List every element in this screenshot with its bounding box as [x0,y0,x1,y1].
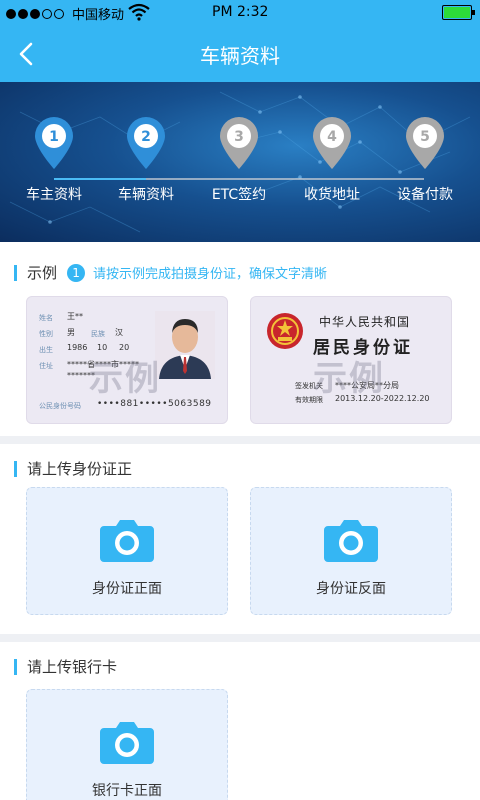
step-4: 4 收货地址 [287,116,377,204]
step-number: 5 [420,129,430,145]
step-label: 车主资料 [26,187,82,203]
section-accent-bar [14,460,17,477]
step-todo-pin-icon: 4 [313,117,351,169]
camera-icon [100,520,154,562]
step-2: 2 车辆资料 [101,116,191,204]
step-number: 3 [234,129,244,145]
step-label: 收货地址 [304,187,360,203]
section-title: 请上传银行卡 [27,658,118,676]
camera-icon [100,722,154,764]
signal-dot [54,8,64,19]
sample-id-front-image: 姓名 王** 性别 男 民族 汉 出生 1986 10 20 住址 *****省… [26,296,228,424]
signal-dot [42,8,52,19]
id-field-value: 1986 [67,343,88,352]
section-title: 请上传身份证正 [27,460,133,478]
id-field-label: 姓名 [39,314,53,322]
section-accent-bar [14,264,17,281]
battery-icon [442,5,475,20]
portrait-photo [155,311,215,379]
watermark: 示例 [313,359,385,399]
hint-text: 请按示例完成拍摄身份证，确保文字清晰 [93,267,328,282]
step-todo-pin-icon: 5 [406,117,444,169]
id-field-value: 男 [67,328,75,337]
upload-id-back-button[interactable]: 身份证反面 [250,487,452,615]
step-done-pin-icon: 1 [35,117,73,169]
upload-bank-front-button[interactable]: 银行卡正面 [26,689,228,800]
id-field-label: 公民身份号码 [39,402,81,410]
wifi-icon [128,3,150,21]
upload-label: 身份证反面 [316,581,386,597]
signal-dot [6,8,16,19]
watermark: 示例 [89,359,161,399]
carrier-name: 中国移动 [72,8,125,23]
camera-icon [324,520,378,562]
upload-id-front-button[interactable]: 身份证正面 [26,487,228,615]
section-accent-bar [14,658,17,675]
national-emblem-icon [267,313,303,349]
example-section: 示例 1 请按示例完成拍摄身份证，确保文字清晰 姓名 王** 性别 男 民族 汉… [0,242,480,436]
id-field-label: 住址 [39,362,53,370]
id-field-label: 出生 [39,346,53,354]
id-field-label: 性别 [39,330,53,338]
clock: PM 2:32 [212,4,269,20]
step-todo-pin-icon: 3 [220,117,258,169]
step-label: ETC签约 [211,187,267,203]
step-label: 车辆资料 [118,187,174,203]
step-1: 1 车主资料 [9,116,99,204]
step-done-pin-icon: 2 [127,117,165,169]
upload-bank-section: 请上传银行卡 银行卡正面 [0,642,480,800]
id-field-label: 民族 [91,330,105,338]
id-field-value: 王** [67,312,83,321]
section-header: 请上传身份证正 [14,458,132,479]
section-title: 示例 [27,264,58,282]
step-number: 2 [141,129,151,145]
step-3: 3 ETC签约 [194,116,284,204]
signal-indicator: 中国移动 [6,4,124,23]
sample-id-back-image: 中华人民共和国 居民身份证 签发机关 ****公安局**分局 有效期限 2013… [250,296,452,424]
id-number: ••••881•••••5063589 [97,399,212,409]
nav-bar: 车辆资料 [0,26,480,82]
progress-banner: 1 车主资料 2 车辆资料 3 ETC签约 4 收货地址 5 设备付款 [0,82,480,242]
status-bar: 中国移动 PM 2:32 [0,0,480,26]
country-name: 中华人民共和国 [319,315,411,329]
section-header: 示例 1 请按示例完成拍摄身份证，确保文字清晰 [14,262,327,283]
step-number: 4 [327,129,337,145]
upload-id-section: 请上传身份证正 身份证正面 身份证反面 [0,444,480,634]
section-header: 请上传银行卡 [14,656,117,677]
signal-dot [30,8,40,19]
page-title: 车辆资料 [200,44,280,68]
upload-label: 身份证正面 [92,581,162,597]
id-field-value: 汉 [115,328,123,337]
signal-dot [18,8,28,19]
step-label: 设备付款 [397,187,453,203]
upload-label: 银行卡正面 [92,783,162,799]
hint-number-badge: 1 [67,263,86,282]
step-number: 1 [49,129,59,145]
step-5: 5 设备付款 [380,116,470,204]
